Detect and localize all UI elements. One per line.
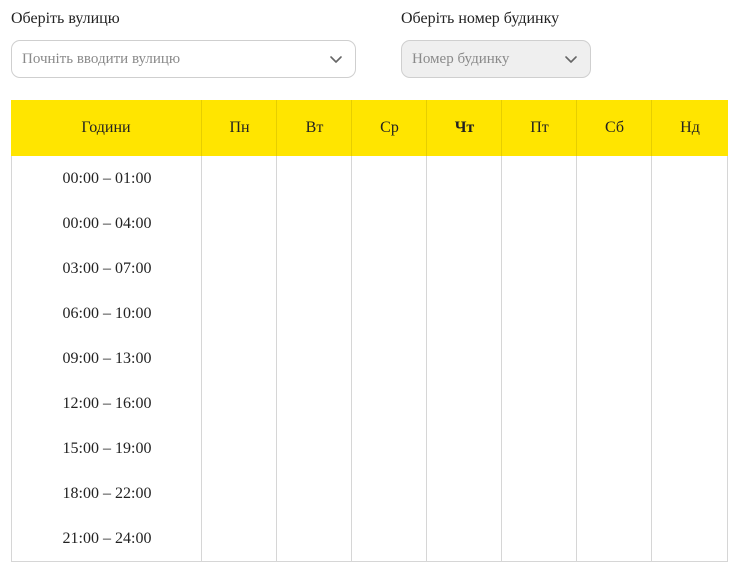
- column-divider: [201, 100, 202, 156]
- house-field-label: Оберіть номер будинку: [401, 10, 560, 27]
- hour-slot: 18:00 – 22:00: [62, 485, 152, 502]
- house-field: Оберіть номер будинку Номер будинку: [401, 0, 591, 80]
- column-divider: [501, 100, 502, 156]
- schedule-header: Години Пн Вт Ср Чт Пт Сб Нд: [11, 100, 728, 156]
- street-field: Оберіть вулицю Почніть вводити вулицю: [11, 0, 356, 80]
- day-header-thu: Чт: [454, 119, 475, 136]
- street-field-label: Оберіть вулицю: [11, 10, 120, 27]
- column-divider: [426, 100, 427, 156]
- schedule-table: Години Пн Вт Ср Чт Пт Сб Нд 00:00 – 01:0…: [11, 100, 728, 562]
- column-divider: [426, 156, 427, 561]
- hour-slot: 09:00 – 13:00: [62, 350, 152, 367]
- day-header-tue: Вт: [305, 119, 324, 136]
- hour-slot: 12:00 – 16:00: [62, 395, 152, 412]
- chevron-down-icon: [330, 56, 342, 63]
- house-number-select[interactable]: Номер будинку: [401, 40, 591, 78]
- column-divider: [276, 156, 277, 561]
- column-divider: [651, 100, 652, 156]
- chevron-down-icon: [565, 56, 577, 63]
- column-divider: [351, 156, 352, 561]
- hour-slot: 06:00 – 10:00: [62, 305, 152, 322]
- column-divider: [501, 156, 502, 561]
- hour-slot: 15:00 – 19:00: [62, 440, 152, 457]
- day-header-wed: Ср: [380, 119, 399, 136]
- day-header-mon: Пн: [229, 119, 250, 136]
- house-number-select-placeholder: Номер будинку: [412, 51, 510, 67]
- street-select-placeholder: Почніть вводити вулицю: [22, 51, 181, 67]
- day-header-sun: Нд: [680, 119, 700, 136]
- column-divider: [651, 156, 652, 561]
- hour-slot: 00:00 – 04:00: [62, 215, 152, 232]
- hour-slot: 00:00 – 01:00: [62, 170, 152, 187]
- hours-column-header: Години: [81, 119, 131, 136]
- outage-schedule-page: Оберіть вулицю Почніть вводити вулицю Об…: [0, 0, 741, 569]
- street-select[interactable]: Почніть вводити вулицю: [11, 40, 356, 78]
- day-header-fri: Пт: [530, 119, 549, 136]
- column-divider: [276, 100, 277, 156]
- hour-slot: 21:00 – 24:00: [62, 530, 152, 547]
- column-divider: [576, 100, 577, 156]
- hour-slot: 03:00 – 07:00: [62, 260, 152, 277]
- column-divider: [351, 100, 352, 156]
- day-header-sat: Сб: [604, 119, 624, 136]
- column-divider: [576, 156, 577, 561]
